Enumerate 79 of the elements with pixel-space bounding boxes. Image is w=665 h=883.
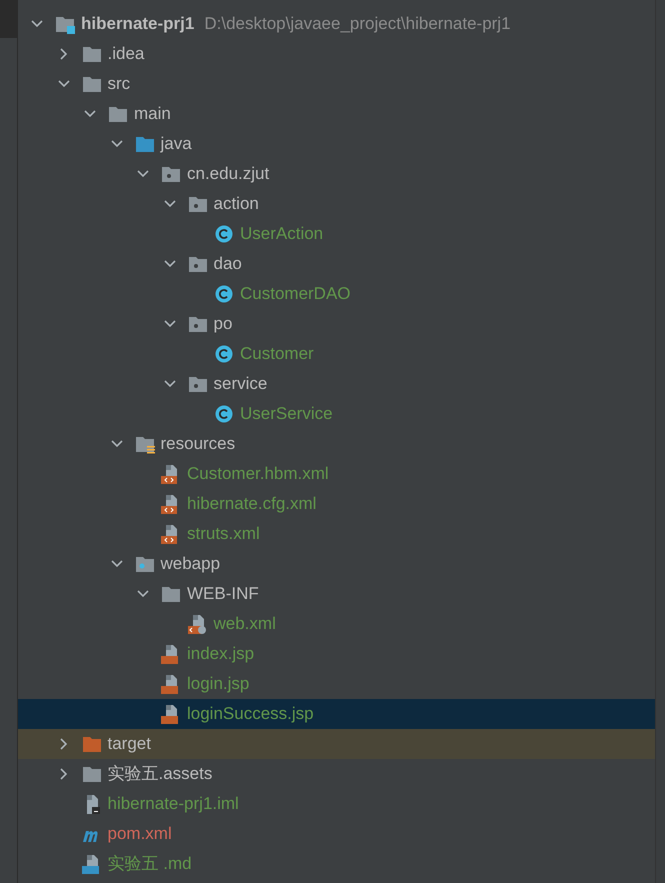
class-icon <box>213 284 235 304</box>
tree-row[interactable]: UserAction <box>18 219 655 249</box>
item-name: loginSuccess.jsp <box>187 703 314 726</box>
tree-row[interactable]: Customer <box>18 339 655 369</box>
package-icon <box>186 194 208 214</box>
tree-row[interactable]: service <box>18 369 655 399</box>
tree-row[interactable]: CustomerDAO <box>18 279 655 309</box>
item-name: src <box>108 73 130 96</box>
tree-row[interactable]: Customer.hbm.xml <box>18 459 655 489</box>
tree-row[interactable]: action <box>18 189 655 219</box>
item-name: WEB-INF <box>187 583 259 606</box>
folder-icon <box>107 104 129 124</box>
package-icon <box>186 254 208 274</box>
package-icon <box>186 314 208 334</box>
item-name: dao <box>214 253 242 276</box>
item-name: po <box>214 313 232 336</box>
item-name: hibernate.cfg.xml <box>187 493 316 516</box>
item-name: hibernate-prj1 <box>81 13 194 36</box>
item-name: main <box>134 103 171 126</box>
item-name: action <box>214 193 259 216</box>
tree-row[interactable]: dao <box>18 249 655 279</box>
item-name: 实验五 .md <box>108 853 192 876</box>
item-name: UserAction <box>240 223 324 246</box>
item-name: pom.xml <box>108 823 172 846</box>
package-icon <box>186 374 208 394</box>
folder-icon <box>80 764 102 784</box>
package-icon <box>160 164 182 184</box>
item-name: 实验五.assets <box>108 763 212 786</box>
module-path: D:\desktop\javaee_project\hibernate-prj1 <box>204 13 511 36</box>
item-name: login.jsp <box>187 673 250 696</box>
folder-icon <box>134 134 156 154</box>
item-name: index.jsp <box>187 643 254 666</box>
folder-icon <box>160 584 182 604</box>
item-name: UserService <box>240 403 333 426</box>
class-icon <box>213 404 235 424</box>
folder-icon <box>80 734 102 754</box>
tree-row[interactable]: webapp <box>18 549 655 579</box>
tree-row[interactable]: web.xml <box>18 609 655 639</box>
tree-row[interactable]: 实验五 .md <box>18 849 655 879</box>
tree-row[interactable]: login.jsp <box>18 669 655 699</box>
item-name: web.xml <box>214 613 276 636</box>
tree-row[interactable]: resources <box>18 429 655 459</box>
tree-row[interactable]: hibernate-prj1 D:\desktop\javaee_project\hibernate-prj1 <box>18 9 655 39</box>
xml-file-icon <box>186 614 208 634</box>
class-icon <box>213 224 235 244</box>
tree-row[interactable]: target <box>18 729 655 759</box>
tree-row[interactable]: pom.xml <box>18 819 655 849</box>
item-name: struts.xml <box>187 523 260 546</box>
tree-row[interactable]: loginSuccess.jsp <box>18 699 655 729</box>
item-name: resources <box>160 433 236 456</box>
item-name: java <box>160 133 192 156</box>
tree-row[interactable]: po <box>18 309 655 339</box>
tree-row[interactable]: cn.edu.zjut <box>18 159 655 189</box>
tree-row[interactable]: java <box>18 129 655 159</box>
tree-row[interactable]: main <box>18 99 655 129</box>
web-folder-icon <box>134 554 156 574</box>
resources-folder-icon <box>134 434 156 454</box>
item-name: service <box>214 373 268 396</box>
tree-row[interactable]: src <box>18 69 655 99</box>
tree-row[interactable]: hibernate-prj1.iml <box>18 789 655 819</box>
item-name: webapp <box>160 553 220 576</box>
folder-icon <box>80 74 102 94</box>
item-name: .idea <box>108 43 144 66</box>
item-name: target <box>108 733 151 756</box>
item-name: Customer.hbm.xml <box>187 463 329 486</box>
module-folder-icon <box>54 14 76 34</box>
item-name: cn.edu.zjut <box>187 163 270 186</box>
tree-row[interactable]: hibernate.cfg.xml <box>18 489 655 519</box>
item-name: Customer <box>240 343 314 366</box>
tree-row[interactable]: .idea <box>18 39 655 69</box>
tree-row[interactable]: WEB-INF <box>18 579 655 609</box>
tree-row[interactable]: 实验五.assets <box>18 759 655 789</box>
tree-row[interactable]: index.jsp <box>18 639 655 669</box>
item-name: hibernate-prj1.iml <box>108 793 239 816</box>
folder-icon <box>80 44 102 64</box>
item-name: CustomerDAO <box>240 283 351 306</box>
tree-row[interactable]: struts.xml <box>18 519 655 549</box>
tree-row[interactable]: UserService <box>18 399 655 429</box>
class-icon <box>213 344 235 364</box>
